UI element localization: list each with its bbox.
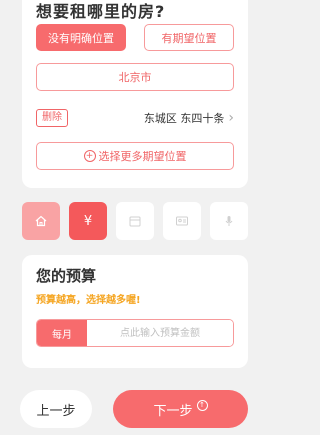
budget-period-selector[interactable]: 每月 <box>37 320 87 346</box>
budget-hint: 预算越高，选择越多喔! <box>36 295 141 306</box>
location-title: 想要租哪里的房? <box>36 2 166 21</box>
step-date[interactable] <box>116 202 154 240</box>
next-step-label: 下一步 <box>153 403 193 419</box>
district-selector[interactable]: 东城区 东四十条 › <box>144 110 234 126</box>
plus-circle-icon: + <box>83 150 96 162</box>
add-more-locations-button[interactable]: + 选择更多期望位置 <box>36 142 234 170</box>
expected-location-button[interactable]: 有期望位置 <box>144 24 234 51</box>
previous-step-button[interactable]: 上一步 <box>20 390 92 428</box>
step-voice[interactable] <box>210 202 248 240</box>
arrow-up-circle-icon: ↑ <box>196 399 208 411</box>
location-card: 想要租哪里的房? 没有明确位置 有期望位置 北京市 删除 东城区 东四十条 › … <box>22 0 248 188</box>
location-row: 删除 东城区 东四十条 › <box>36 107 234 129</box>
budget-card: 您的预算 预算越高，选择越多喔! 每月 <box>22 255 248 368</box>
step-indicator: ¥ <box>22 202 248 242</box>
step-budget[interactable]: ¥ <box>69 202 107 240</box>
add-more-label: 选择更多期望位置 <box>98 150 187 163</box>
district-label: 东城区 东四十条 <box>143 112 225 125</box>
budget-input[interactable] <box>87 320 233 346</box>
city-selector[interactable]: 北京市 <box>36 63 234 91</box>
microphone-icon <box>225 216 233 226</box>
next-step-button[interactable]: 下一步 ↑ <box>113 390 248 428</box>
home-icon <box>35 215 47 227</box>
budget-field: 每月 <box>36 319 234 347</box>
no-specific-location-button[interactable]: 没有明确位置 <box>36 24 126 51</box>
delete-button[interactable]: 删除 <box>36 109 68 127</box>
yen-icon: ¥ <box>83 213 93 229</box>
step-home[interactable] <box>22 202 60 240</box>
chevron-right-icon: › <box>228 110 234 126</box>
id-card-icon <box>176 216 188 226</box>
step-profile[interactable] <box>163 202 201 240</box>
calendar-icon <box>129 216 141 227</box>
budget-title: 您的预算 <box>36 267 97 285</box>
